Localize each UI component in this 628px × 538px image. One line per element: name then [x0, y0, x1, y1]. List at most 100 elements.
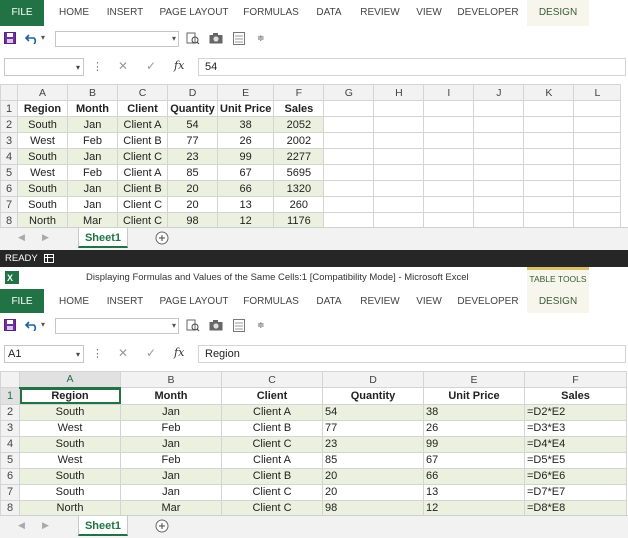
empty-cell[interactable] [423, 196, 475, 213]
top-tab-data[interactable]: DATA [310, 0, 348, 26]
cell[interactable]: Client B [117, 132, 168, 149]
top-tab-view[interactable]: VIEW [410, 0, 448, 26]
column-header[interactable]: E [216, 84, 275, 101]
empty-cell[interactable] [323, 116, 375, 133]
select-all-corner[interactable] [0, 371, 20, 388]
empty-cell[interactable] [523, 196, 575, 213]
cell[interactable]: Client A [221, 403, 323, 421]
row-header[interactable]: 3 [0, 132, 18, 149]
cell[interactable]: North [19, 499, 121, 517]
top-tab-file[interactable]: FILE [0, 0, 44, 26]
bottom-sheet-tab-sheet1[interactable]: Sheet1 [78, 516, 128, 536]
form-icon[interactable] [233, 32, 245, 45]
empty-cell[interactable] [473, 196, 525, 213]
column-header[interactable]: B [67, 84, 118, 101]
cell[interactable]: Client C [117, 148, 168, 165]
bottom-tab-insert[interactable]: INSERT [104, 289, 146, 315]
row-header[interactable]: 4 [0, 435, 20, 453]
cell[interactable]: =D8*E8 [524, 499, 627, 517]
empty-cell[interactable] [473, 132, 525, 149]
scroll-left-icon[interactable]: ◀ [18, 232, 25, 243]
function-icon[interactable]: fx [174, 346, 184, 359]
empty-cell[interactable] [523, 100, 575, 117]
column-header[interactable]: F [524, 371, 627, 388]
empty-cell[interactable] [423, 148, 475, 165]
cell[interactable]: 23 [167, 148, 218, 165]
row-header[interactable]: 5 [0, 451, 20, 469]
column-header[interactable]: D [167, 84, 218, 101]
cell[interactable]: Jan [67, 196, 118, 213]
cell[interactable]: Feb [120, 419, 222, 437]
column-header[interactable]: I [423, 84, 475, 101]
cell[interactable]: 85 [322, 451, 424, 469]
bottom-tab-developer[interactable]: DEVELOPER [456, 289, 520, 315]
table-header-cell[interactable]: Client [117, 100, 168, 117]
top-tab-insert[interactable]: INSERT [104, 0, 146, 26]
cell[interactable]: South [19, 483, 121, 501]
select-all-corner[interactable] [0, 84, 18, 101]
cell[interactable]: South [17, 196, 68, 213]
cell[interactable]: West [19, 419, 121, 437]
row-header[interactable]: 7 [0, 196, 18, 213]
empty-cell[interactable] [523, 148, 575, 165]
cell[interactable]: 54 [167, 116, 218, 133]
empty-cell[interactable] [573, 180, 622, 197]
row-header[interactable]: 5 [0, 164, 18, 181]
empty-cell[interactable] [423, 116, 475, 133]
cell[interactable]: West [17, 164, 68, 181]
cell[interactable]: 99 [423, 435, 525, 453]
table-header-cell[interactable]: Sales [524, 387, 627, 405]
cell[interactable]: 20 [322, 467, 424, 485]
cell[interactable]: =D7*E7 [524, 483, 627, 501]
top-formula-input[interactable]: 54 [198, 58, 626, 76]
cell[interactable]: Client B [221, 419, 323, 437]
empty-cell[interactable] [373, 196, 425, 213]
cell[interactable]: 99 [216, 148, 275, 165]
function-icon[interactable]: fx [174, 59, 184, 72]
cell[interactable]: 20 [322, 483, 424, 501]
enter-icon[interactable]: ✓ [146, 346, 156, 360]
save-icon[interactable] [4, 32, 16, 44]
cell[interactable]: 26 [423, 419, 525, 437]
cell[interactable]: Client A [117, 116, 168, 133]
cell[interactable]: 38 [423, 403, 525, 421]
normal-view-icon[interactable] [44, 254, 54, 263]
empty-cell[interactable] [473, 164, 525, 181]
column-header[interactable]: L [573, 84, 622, 101]
cell[interactable]: Client A [117, 164, 168, 181]
table-header-cell[interactable]: Client [221, 387, 323, 405]
empty-cell[interactable] [373, 148, 425, 165]
empty-cell[interactable] [473, 148, 525, 165]
empty-cell[interactable] [423, 180, 475, 197]
cell[interactable]: =D4*E4 [524, 435, 627, 453]
table-header-cell[interactable]: Region [17, 100, 68, 117]
cell[interactable]: South [17, 116, 68, 133]
bottom-qat-combo[interactable]: ▾ [55, 318, 179, 334]
column-header[interactable]: H [373, 84, 425, 101]
row-header[interactable]: 4 [0, 148, 18, 165]
column-header[interactable]: F [273, 84, 325, 101]
cell[interactable]: =D2*E2 [524, 403, 627, 421]
empty-cell[interactable] [523, 180, 575, 197]
empty-cell[interactable] [573, 132, 622, 149]
cell[interactable]: Client C [117, 196, 168, 213]
empty-cell[interactable] [473, 100, 525, 117]
cell[interactable]: 13 [423, 483, 525, 501]
cell[interactable]: West [19, 451, 121, 469]
empty-cell[interactable] [373, 116, 425, 133]
empty-cell[interactable] [573, 164, 622, 181]
empty-cell[interactable] [573, 100, 622, 117]
undo-dropdown-icon[interactable]: ▾ [41, 320, 45, 329]
row-header[interactable]: 1 [0, 100, 18, 117]
cancel-icon[interactable]: ✕ [118, 59, 128, 73]
enter-icon[interactable]: ✓ [146, 59, 156, 73]
cell[interactable]: 12 [423, 499, 525, 517]
cell[interactable]: South [17, 180, 68, 197]
scroll-right-icon[interactable]: ▶ [42, 232, 49, 243]
cell[interactable]: Jan [67, 116, 118, 133]
top-tab-page-layout[interactable]: PAGE LAYOUT [156, 0, 232, 26]
row-header[interactable]: 1 [0, 387, 20, 405]
table-header-cell[interactable]: Unit Price [423, 387, 525, 405]
row-header[interactable]: 2 [0, 403, 20, 421]
cell[interactable]: 66 [423, 467, 525, 485]
